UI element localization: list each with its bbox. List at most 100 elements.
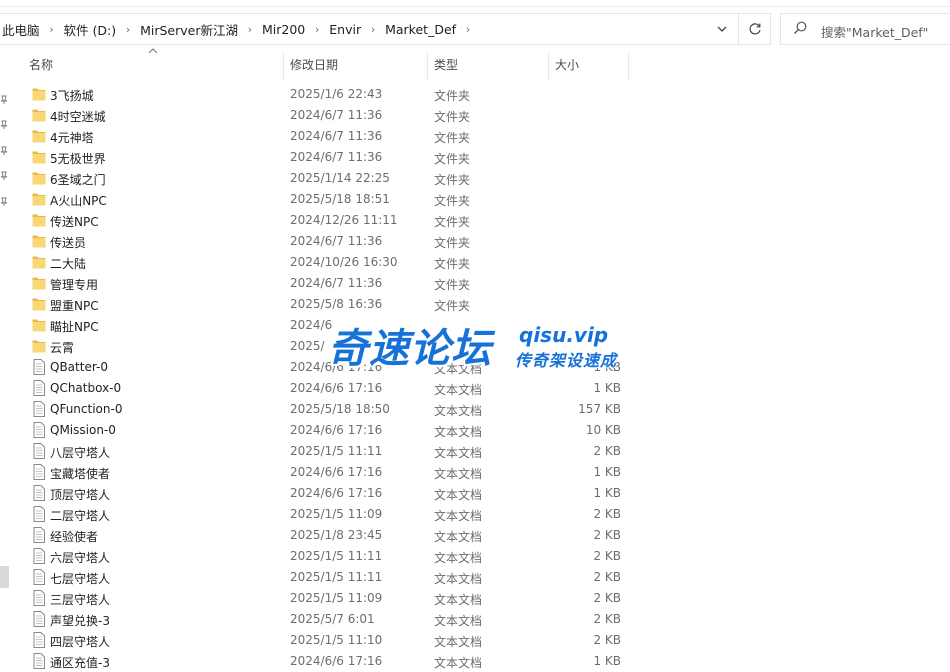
file-size: 1 KB — [593, 360, 621, 374]
column-divider[interactable] — [427, 52, 428, 80]
list-item[interactable]: 六层守塔人 2025/1/5 11:11 文本文档 2 KB — [28, 546, 628, 567]
file-size: 1 KB — [593, 654, 621, 668]
pin-icon[interactable] — [0, 171, 8, 181]
file-date: 2025/1/6 22:43 — [290, 87, 383, 101]
file-date: 2025/1/5 11:11 — [290, 444, 383, 458]
list-item[interactable]: 三层守塔人 2025/1/5 11:09 文本文档 2 KB — [28, 588, 628, 609]
breadcrumb-envir[interactable]: Envir — [329, 22, 361, 37]
list-item[interactable]: 八层守塔人 2025/1/5 11:11 文本文档 2 KB — [28, 441, 628, 462]
file-name: 盟重NPC — [50, 299, 99, 313]
pin-icon[interactable] — [0, 95, 8, 105]
address-bar[interactable]: 此电脑 › 软件 (D:) › MirServer新江湖 › Mir200 › … — [0, 13, 771, 45]
chevron-right-icon[interactable]: › — [456, 23, 480, 36]
file-name: 通区充值-3 — [50, 656, 110, 670]
folder-icon — [32, 338, 46, 354]
text-document-icon — [32, 527, 46, 543]
list-item[interactable]: 七层守塔人 2025/1/5 11:11 文本文档 2 KB — [28, 567, 628, 588]
file-size: 2 KB — [593, 591, 621, 605]
list-item[interactable]: 声望兑换-3 2025/5/7 6:01 文本文档 2 KB — [28, 609, 628, 630]
file-name: 4时空迷城 — [50, 110, 106, 124]
file-size: 2 KB — [593, 507, 621, 521]
ribbon-remnant — [0, 0, 950, 7]
pin-icon[interactable] — [0, 197, 8, 207]
list-item[interactable]: A火山NPC 2025/5/18 18:51 文件夹 — [28, 189, 628, 210]
file-name: 6圣域之门 — [50, 173, 106, 187]
list-item[interactable]: QBatter-0 2024/6/6 17:16 文本文档 1 KB — [28, 357, 628, 378]
list-item[interactable]: 传送员 2024/6/7 11:36 文件夹 — [28, 231, 628, 252]
file-date: 2025/5/18 18:50 — [290, 402, 390, 416]
list-item[interactable]: 6圣域之门 2025/1/14 22:25 文件夹 — [28, 168, 628, 189]
list-item[interactable]: 4元神塔 2024/6/7 11:36 文件夹 — [28, 126, 628, 147]
column-divider[interactable] — [548, 52, 549, 80]
chevron-right-icon[interactable]: › — [116, 23, 140, 36]
file-size: 10 KB — [585, 423, 621, 437]
breadcrumb-this-pc[interactable]: 此电脑 — [2, 20, 40, 39]
list-item[interactable]: 顶层守塔人 2024/6/6 17:16 文本文档 1 KB — [28, 483, 628, 504]
navigation-pane[interactable] — [0, 50, 14, 668]
list-item[interactable]: QMission-0 2024/6/6 17:16 文本文档 10 KB — [28, 420, 628, 441]
file-name: 管理专用 — [50, 278, 99, 292]
list-item[interactable]: QChatbox-0 2024/6/6 17:16 文本文档 1 KB — [28, 378, 628, 399]
file-type: 文件夹 — [434, 110, 471, 124]
file-date: 2024/10/26 16:30 — [290, 255, 398, 269]
column-date-header[interactable]: 修改日期 — [290, 50, 338, 82]
file-name: 宝藏塔使者 — [50, 467, 111, 481]
chevron-right-icon[interactable]: › — [361, 23, 385, 36]
list-item[interactable]: 四层守塔人 2025/1/5 11:10 文本文档 2 KB — [28, 630, 628, 651]
file-date: 2024/6/7 11:36 — [290, 129, 383, 143]
file-date: 2025/1/14 22:25 — [290, 171, 390, 185]
file-date: 2024/6 — [290, 318, 333, 332]
pin-icon[interactable] — [0, 120, 8, 130]
text-document-icon — [32, 548, 46, 564]
list-item[interactable]: 3飞扬城 2025/1/6 22:43 文件夹 — [28, 84, 628, 105]
file-name: 二大陆 — [50, 257, 87, 271]
column-divider[interactable] — [283, 52, 284, 80]
navigation-scrollbar-thumb[interactable] — [0, 566, 9, 588]
list-item[interactable]: 瞄扯NPC 2024/6 — [28, 315, 628, 336]
file-type: 文件夹 — [434, 215, 471, 229]
chevron-right-icon[interactable]: › — [305, 23, 329, 36]
file-type: 文本文档 — [434, 488, 483, 502]
search-input[interactable]: 搜索"Market_Def" — [780, 13, 950, 45]
file-date: 2024/6/7 11:36 — [290, 150, 383, 164]
file-name: 瞄扯NPC — [50, 320, 99, 334]
list-item[interactable]: 宝藏塔使者 2024/6/6 17:16 文本文档 1 KB — [28, 462, 628, 483]
list-item[interactable]: 管理专用 2024/6/7 11:36 文件夹 — [28, 273, 628, 294]
list-item[interactable]: 二层守塔人 2025/1/5 11:09 文本文档 2 KB — [28, 504, 628, 525]
folder-icon — [32, 191, 46, 207]
column-type-header[interactable]: 类型 — [434, 50, 458, 82]
folder-icon — [32, 275, 46, 291]
breadcrumb-market-def[interactable]: Market_Def — [385, 22, 456, 37]
column-name-header[interactable]: 名称 — [29, 50, 53, 82]
file-type: 文本文档 — [434, 656, 483, 670]
chevron-right-icon[interactable]: › — [40, 23, 64, 36]
file-date: 2024/6/6 17:16 — [290, 423, 383, 437]
chevron-right-icon[interactable]: › — [238, 23, 262, 36]
address-history-button[interactable] — [706, 14, 738, 44]
breadcrumb-mirserver[interactable]: MirServer新江湖 — [140, 20, 238, 39]
list-item[interactable]: 5无极世界 2024/6/7 11:36 文件夹 — [28, 147, 628, 168]
list-item[interactable]: 4时空迷城 2024/6/7 11:36 文件夹 — [28, 105, 628, 126]
folder-icon — [32, 86, 46, 102]
refresh-button[interactable] — [738, 14, 771, 44]
column-size-header[interactable]: 大小 — [555, 50, 579, 82]
file-name: 八层守塔人 — [50, 446, 111, 460]
file-size: 1 KB — [593, 381, 621, 395]
breadcrumb-mir200[interactable]: Mir200 — [262, 22, 305, 37]
column-divider[interactable] — [628, 52, 629, 80]
list-item[interactable]: 通区充值-3 2024/6/6 17:16 文本文档 1 KB — [28, 651, 628, 672]
file-type: 文件夹 — [434, 299, 471, 313]
list-item[interactable]: 二大陆 2024/10/26 16:30 文件夹 — [28, 252, 628, 273]
list-item[interactable]: QFunction-0 2025/5/18 18:50 文本文档 157 KB — [28, 399, 628, 420]
file-size: 2 KB — [593, 633, 621, 647]
file-type: 文件夹 — [434, 194, 471, 208]
pin-icon[interactable] — [0, 146, 8, 156]
file-name: QChatbox-0 — [50, 381, 122, 395]
list-item[interactable]: 经验使者 2025/1/8 23:45 文本文档 2 KB — [28, 525, 628, 546]
list-item[interactable]: 云霄 2025/ — [28, 336, 628, 357]
list-item[interactable]: 盟重NPC 2025/5/8 16:36 文件夹 — [28, 294, 628, 315]
file-date: 2025/ — [290, 339, 325, 353]
breadcrumb-drive-d[interactable]: 软件 (D:) — [64, 20, 117, 39]
folder-icon — [32, 233, 46, 249]
list-item[interactable]: 传送NPC 2024/12/26 11:11 文件夹 — [28, 210, 628, 231]
